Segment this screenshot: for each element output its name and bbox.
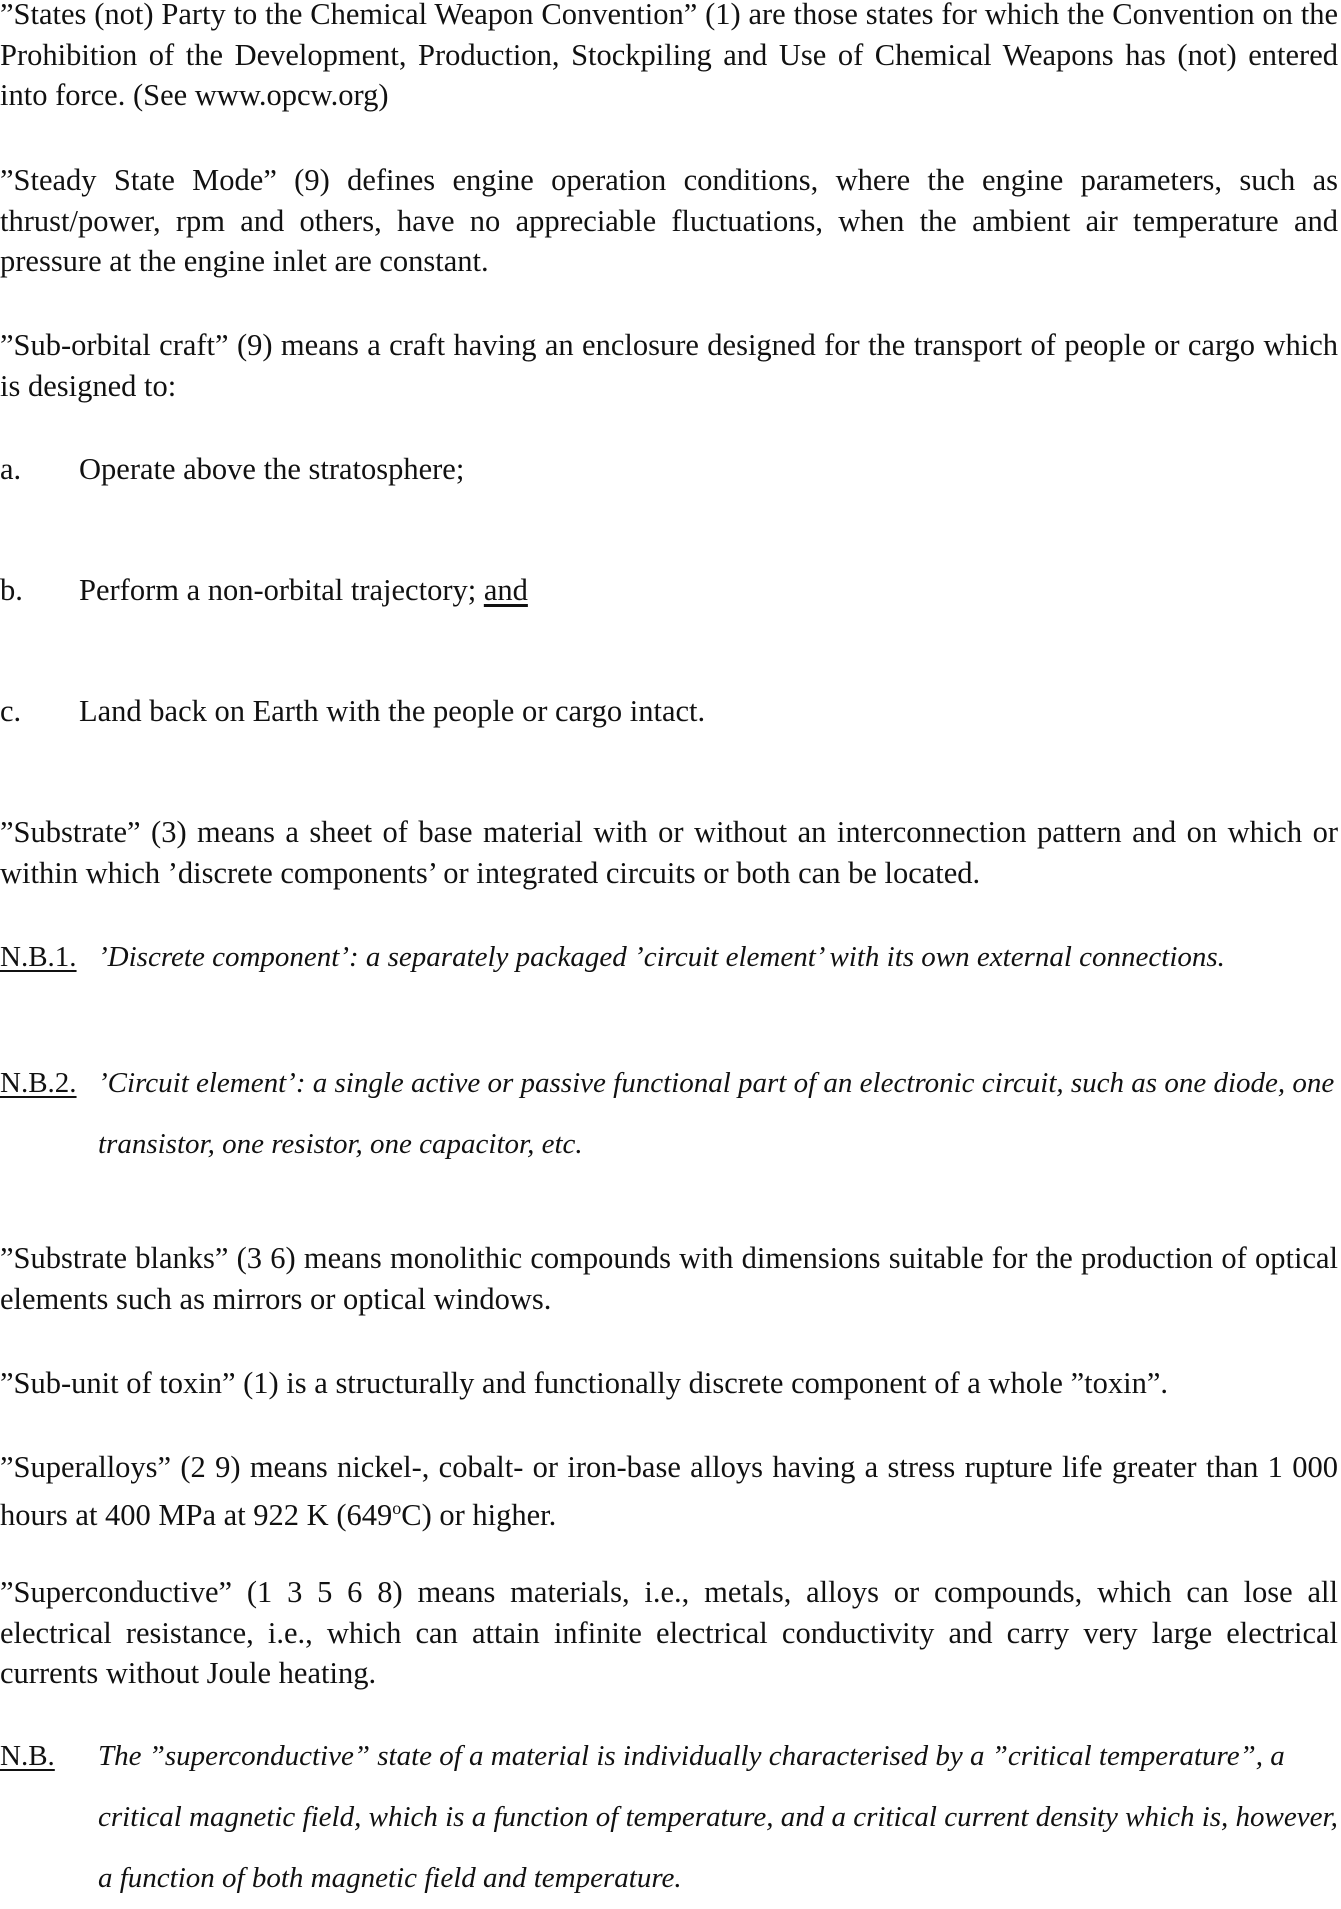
list-item-b: b. Perform a non-orbital trajectory; and: [0, 570, 1338, 611]
list-item-a: a. Operate above the stratosphere;: [0, 449, 1338, 490]
definition-sub-unit-of-toxin: ”Sub-unit of toxin” (1) is a structurall…: [0, 1366, 1168, 1400]
definition-states-party: ”States (not) Party to the Chemical Weap…: [0, 0, 1338, 112]
note-label: N.B.: [0, 1740, 55, 1772]
note-nb: N.B. The ”superconductive” state of a ma…: [0, 1726, 1338, 1909]
degree-mark: o: [392, 1497, 402, 1518]
note-text: ’Circuit element’: a single active or pa…: [98, 1067, 1335, 1160]
list-item-c: c. Land back on Earth with the people or …: [0, 691, 1338, 732]
definition-substrate: ”Substrate” (3) means a sheet of base ma…: [0, 815, 1338, 890]
note-label: N.B.1.: [0, 941, 77, 973]
note-nb1: N.B.1. ’Discrete component’: a separatel…: [0, 937, 1338, 977]
document-page: ”States (not) Party to the Chemical Weap…: [0, 0, 1341, 1897]
note-text: The ”superconductive” state of a materia…: [98, 1740, 1338, 1894]
note-nb2: N.B.2. ’Circuit element’: a single activ…: [0, 1053, 1338, 1175]
definition-steady-state-mode: ”Steady State Mode” (9) defines engine o…: [0, 163, 1338, 278]
definition-superconductive: ”Superconductive” (1 3 5 6 8) means mate…: [0, 1575, 1338, 1690]
superalloys-text: ”Superalloys” (2 9) means nickel-, cobal…: [0, 1450, 1338, 1532]
list-marker: b.: [0, 573, 23, 607]
superalloys-text-end: C) or higher.: [401, 1497, 557, 1532]
note-label: N.B.2.: [0, 1067, 77, 1099]
list-item-text: Operate above the stratosphere;: [79, 452, 465, 486]
definition-sub-orbital-craft: ”Sub-orbital craft” (9) means a craft ha…: [0, 328, 1338, 403]
list-marker: a.: [0, 452, 22, 486]
definition-superalloys: ”Superalloys” (2 9) means nickel-, cobal…: [0, 1447, 1338, 1535]
list-item-text: Land back on Earth with the people or ca…: [79, 694, 706, 728]
list-marker: c.: [0, 694, 22, 728]
list-item-text: Perform a non-orbital trajectory;: [79, 573, 484, 607]
note-text: ’Discrete component’: a separately packa…: [98, 941, 1225, 973]
definition-substrate-blanks: ”Substrate blanks” (3 6) means monolithi…: [0, 1241, 1338, 1316]
list-item-underlined-and: and: [483, 573, 528, 607]
